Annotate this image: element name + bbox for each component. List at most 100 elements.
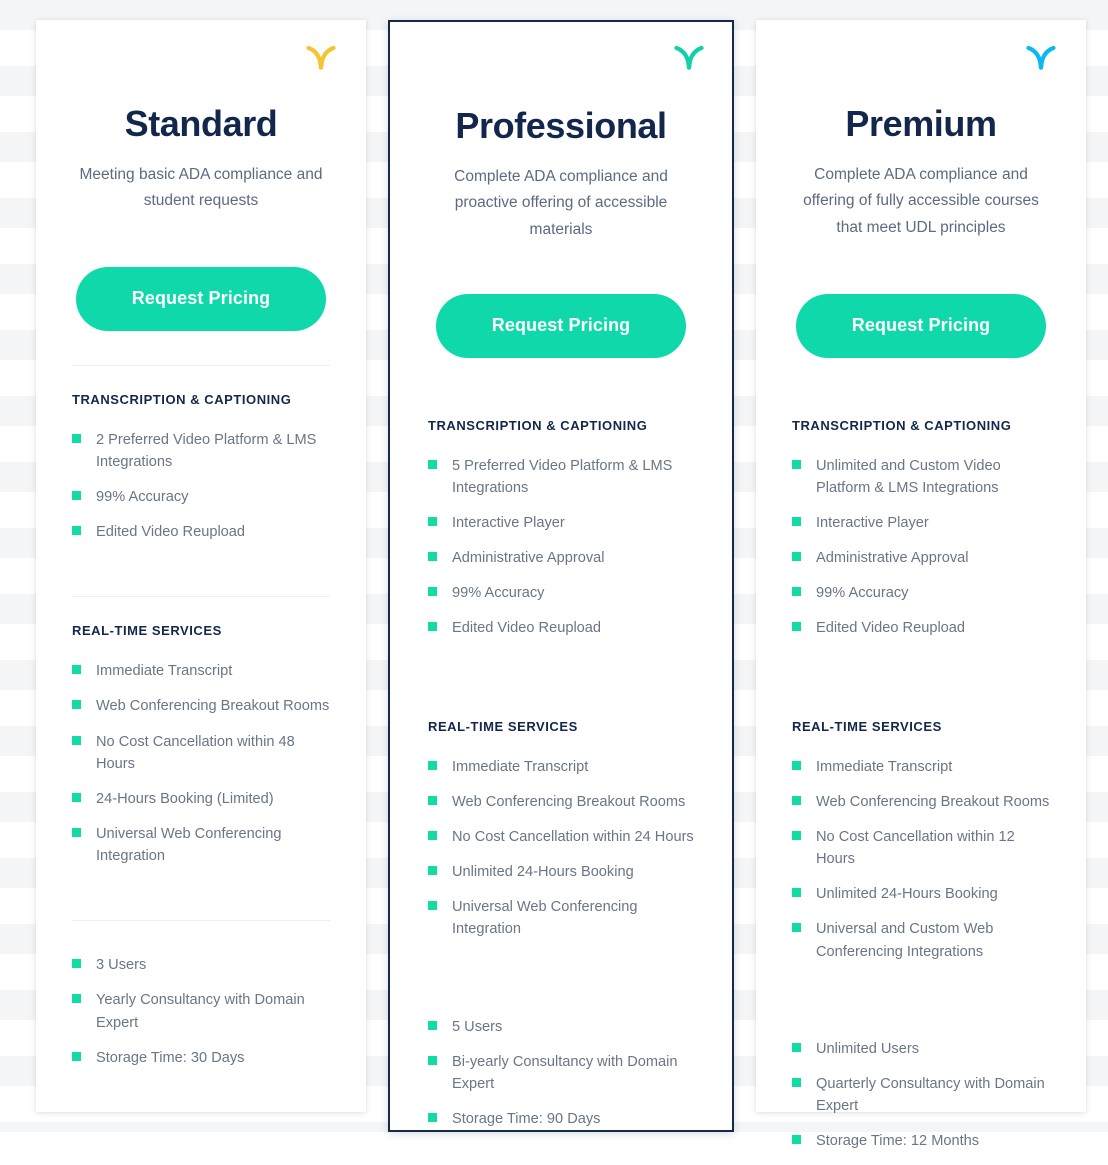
bullet-square-icon [428,587,437,597]
section-heading-transcription: TRANSCRIPTION & CAPTIONING [428,417,648,433]
list-item: Web Conferencing Breakout Rooms [72,695,330,717]
list-item: 99% Accuracy [792,582,1050,604]
feature-list-account_features: 5 Users Bi-yearly Consultancy with Domain… [428,1016,694,1144]
feature-label: 24-Hours Booking (Limited) [96,790,274,807]
feature-label: Web Conferencing Breakout Rooms [96,698,330,715]
list-item: Interactive Player [428,512,694,534]
feature-label: Web Conferencing Breakout Rooms [816,793,1050,810]
section-heading-realtime: REAL-TIME SERVICES [428,718,578,734]
feature-label: 5 Users [452,1018,503,1035]
request-pricing-button[interactable]: Request Pricing [796,293,1046,358]
bullet-square-icon [428,830,437,840]
divider [72,364,330,366]
bullet-square-icon [428,795,437,805]
pricing-card-standard[interactable]: Standard Meeting basic ADA compliance and… [36,20,366,1112]
bullet-square-icon [72,665,81,675]
feature-list-realtime_features: Immediate Transcript Web Conferencing Bre… [72,660,330,880]
list-item: Bi-yearly Consultancy with Domain Expert [428,1051,694,1095]
feature-label: 99% Accuracy [816,585,909,602]
bullet-square-icon [428,866,437,876]
list-item: Web Conferencing Breakout Rooms [428,791,694,813]
list-item: No Cost Cancellation within 24 Hours [428,826,694,848]
bullet-square-icon [792,795,801,805]
list-item: Administrative Approval [428,547,694,569]
section-heading-transcription: TRANSCRIPTION & CAPTIONING [792,417,1012,433]
bullet-square-icon [792,830,801,840]
feature-label: 2 Preferred Video Platform & LMS Integra… [96,431,317,470]
bullet-square-icon [72,433,81,443]
bullet-square-icon [428,1055,437,1065]
plan-description: Complete ADA compliance and proactive of… [454,167,668,238]
feature-label: Edited Video Reupload [96,524,246,541]
bullet-square-icon [428,516,437,526]
list-item: 99% Accuracy [72,486,330,508]
section-heading-realtime: REAL-TIME SERVICES [72,623,222,639]
section-heading-transcription: TRANSCRIPTION & CAPTIONING [72,391,292,407]
bullet-square-icon [792,516,801,526]
plan-title: Premium [845,103,997,144]
request-pricing-button[interactable]: Request Pricing [436,293,686,358]
feature-label: Interactive Player [816,514,929,531]
request-pricing-button[interactable]: Request Pricing [76,266,326,331]
list-item: Interactive Player [792,512,1050,534]
feature-label: Immediate Transcript [816,758,953,775]
cta-container: Request Pricing [428,293,694,358]
plan-title: Professional [455,105,667,146]
feature-label: Immediate Transcript [96,663,233,680]
bullet-square-icon [792,459,801,469]
bullet-square-icon [72,828,81,838]
bullet-square-icon [72,792,81,802]
pricing-card-professional[interactable]: Professional Complete ADA compliance and … [388,20,734,1132]
pricing-card-premium[interactable]: Premium Complete ADA compliance and offer… [756,20,1086,1149]
feature-label: 5 Preferred Video Platform & LMS Integra… [452,457,673,496]
bullet-square-icon [428,622,437,632]
list-item: Unlimited 24-Hours Booking [428,861,694,883]
feature-list-account_features: 3 Users Yearly Consultancy with Domain Ex… [72,954,330,1082]
bullet-square-icon [72,735,81,745]
bullet-square-icon [428,901,437,911]
list-item: No Cost Cancellation within 12 Hours [792,826,1050,870]
feature-label: Administrative Approval [816,550,969,567]
list-item: Immediate Transcript [428,756,694,778]
feature-list-transcription_features: Unlimited and Custom Video Platform & LM… [792,455,1050,653]
list-item: Edited Video Reupload [792,617,1050,639]
feature-label: 99% Accuracy [452,585,545,602]
feature-label: Unlimited and Custom Video Platform & LM… [816,457,1001,496]
feature-list-transcription_features: 2 Preferred Video Platform & LMS Integra… [72,429,330,557]
feature-label: Unlimited 24-Hours Booking [816,886,998,903]
list-item: Quarterly Consultancy with Domain Expert [792,1073,1050,1117]
feature-label: Universal and Custom Web Conferencing In… [816,921,994,960]
list-item: Storage Time: 12 Months [792,1130,1050,1152]
feature-label: Edited Video Reupload [816,620,966,637]
list-item: 24-Hours Booking (Limited) [72,788,330,810]
list-item: Immediate Transcript [792,756,1050,778]
bullet-square-icon [792,760,801,770]
feature-label: Edited Video Reupload [452,620,602,637]
list-item: No Cost Cancellation within 48 Hours [72,731,330,775]
cta-container: Request Pricing [792,293,1050,358]
list-item: Edited Video Reupload [428,617,694,639]
feature-label: Yearly Consultancy with Domain Expert [96,992,305,1031]
plan-description: Meeting basic ADA compliance and student… [79,165,323,210]
list-item: 5 Users [428,1016,694,1038]
list-item: Storage Time: 30 Days [72,1047,330,1069]
brand-y-mark-gold [304,42,338,76]
list-item: 3 Users [72,954,330,976]
feature-label: Universal Web Conferencing Integration [96,826,282,865]
bullet-square-icon [72,994,81,1004]
list-item: 2 Preferred Video Platform & LMS Integra… [72,429,330,473]
feature-list-transcription_features: 5 Preferred Video Platform & LMS Integra… [428,455,694,653]
bullet-square-icon [72,526,81,536]
list-item: Unlimited Users [792,1038,1050,1060]
pricing-table: Standard Meeting basic ADA compliance and… [0,0,1108,1149]
divider [72,596,330,598]
list-item: Universal Web Conferencing Integration [72,823,330,867]
feature-label: No Cost Cancellation within 24 Hours [452,828,694,845]
list-item: Web Conferencing Breakout Rooms [792,791,1050,813]
bullet-square-icon [72,491,81,501]
